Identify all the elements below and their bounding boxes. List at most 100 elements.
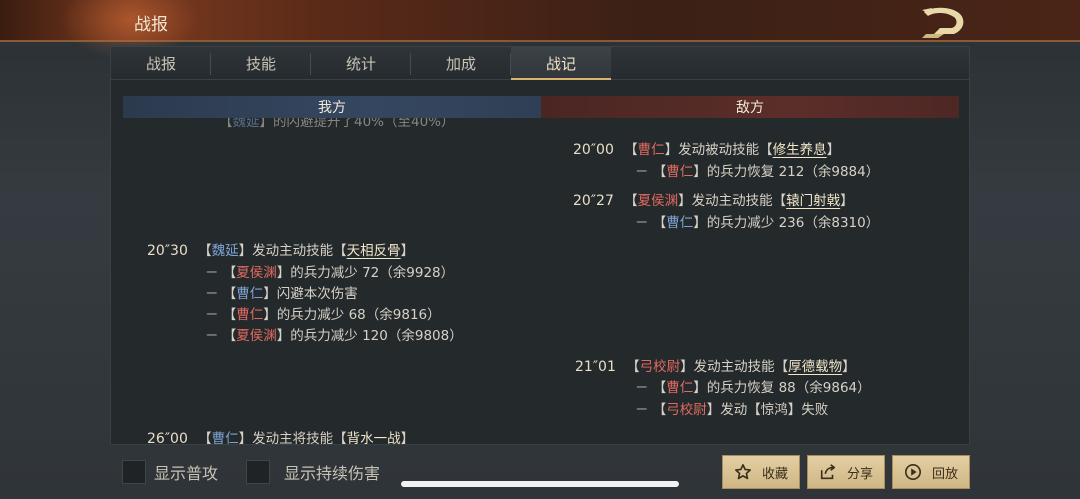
share-button[interactable]: 分享 — [807, 455, 885, 489]
log-action: 发动主动技能【 — [691, 193, 787, 209]
bracket: 】 — [259, 118, 274, 130]
share-label: 分享 — [846, 466, 873, 482]
tab-battle-report[interactable]: 战报 — [111, 47, 211, 80]
log-entry: 20″30 【魏延】发动主动技能【天相反骨】 — [147, 239, 414, 259]
log-line-partial: 【魏延】的闪避提升了40%（至40%） — [219, 118, 455, 130]
show-dot-option[interactable]: 显示持续伤害 — [246, 459, 380, 485]
play-icon — [904, 463, 921, 481]
log-time: 20″00 — [573, 142, 614, 158]
show-dot-checkbox[interactable] — [246, 460, 270, 484]
log-text: 的兵力减少 68（余9816） — [276, 307, 441, 323]
bracket: 】 — [400, 431, 415, 444]
log-subline: － 【夏侯渊】的兵力减少 120（余9808） — [205, 324, 463, 344]
battle-log[interactable]: 【魏延】的闪避提升了40%（至40%） 20″00 【曹仁】发动被动技能【修生养… — [111, 118, 969, 444]
log-text: 闪避本次伤害 — [276, 286, 358, 302]
tab-battle-log[interactable]: 战记 — [511, 47, 611, 80]
back-button[interactable] — [918, 4, 970, 38]
bracket: 】 — [238, 431, 253, 444]
bracket: 】 — [693, 215, 707, 231]
bracket: 】 — [276, 265, 291, 281]
battle-record-panel: 战报 技能 统计 加成 战记 我方 敌方 【魏延】的闪避提升了40%（至40%）… — [110, 46, 970, 445]
favorite-button[interactable]: 收藏 — [722, 455, 800, 489]
bracket: 【 — [624, 193, 638, 209]
general-name: 夏侯渊 — [236, 328, 277, 344]
bracket: 【 — [198, 431, 212, 444]
dash: － — [635, 215, 649, 231]
log-time: 26″00 — [147, 431, 188, 444]
bracket: 】 — [263, 286, 277, 302]
bracket: 【 — [222, 328, 237, 344]
bracket: 】 — [706, 402, 721, 418]
bracket: 【 — [652, 215, 667, 231]
general-name: 曹仁 — [666, 164, 694, 180]
bracket: 】 — [276, 328, 291, 344]
dash: － — [205, 328, 219, 344]
bracket: 】 — [680, 359, 694, 375]
bracket: 】 — [238, 243, 253, 259]
general-name: 弓校尉 — [639, 359, 681, 375]
log-entry: 20″27 【夏侯渊】发动主动技能【辕门射戟】 — [573, 189, 854, 209]
dash: － — [635, 164, 649, 180]
general-name: 曹仁 — [236, 286, 264, 302]
general-name: 曹仁 — [666, 215, 694, 231]
log-time: 21″01 — [575, 359, 616, 375]
dragon-back-icon — [922, 7, 964, 38]
general-name: 夏侯渊 — [637, 193, 679, 209]
star-icon — [734, 463, 751, 480]
log-action: 发动主动技能【 — [252, 243, 347, 259]
bracket: 【 — [652, 380, 667, 396]
log-text: 发动【惊鸿】失败 — [720, 402, 829, 418]
enemy-column-header: 敌方 — [541, 96, 959, 118]
page-title: 战报 — [134, 15, 168, 35]
log-subline: － 【曹仁】的兵力减少 236（余8310） — [635, 211, 879, 231]
skill-link[interactable]: 背水一战 — [347, 431, 401, 444]
log-text: 的兵力恢复 212（余9884） — [706, 164, 880, 180]
general-name: 曹仁 — [211, 431, 239, 444]
bracket: 【 — [652, 164, 667, 180]
log-action: 发动被动技能【 — [678, 142, 773, 158]
tab-label: 技能 — [245, 55, 276, 73]
show-normal-attack-option[interactable]: 显示普攻 — [122, 459, 218, 485]
tab-skills[interactable]: 技能 — [211, 47, 311, 80]
skill-link[interactable]: 厚德载物 — [788, 359, 842, 375]
bracket: 】 — [400, 243, 415, 259]
tab-bonus[interactable]: 加成 — [411, 47, 511, 80]
bracket: 【 — [222, 307, 237, 323]
log-entry: 26″00 【曹仁】发动主将技能【背水一战】 — [147, 427, 414, 444]
log-subline: － 【曹仁】的兵力减少 68（余9816） — [205, 303, 441, 323]
bracket: 】 — [840, 193, 854, 209]
log-subline: － 【曹仁】的兵力恢复 88（余9864） — [635, 376, 871, 396]
log-subline: － 【曹仁】闪避本次伤害 — [205, 282, 358, 302]
log-text: 的闪避提升了40%（至40%） — [273, 118, 455, 130]
general-name: 弓校尉 — [666, 402, 707, 418]
log-action: 发动主动技能【 — [693, 359, 789, 375]
share-icon — [820, 464, 836, 480]
home-indicator[interactable] — [401, 481, 679, 487]
dash: － — [635, 402, 649, 418]
tab-label: 加成 — [445, 55, 476, 73]
bracket: 】 — [263, 307, 277, 323]
dash: － — [205, 265, 219, 281]
tab-statistics[interactable]: 统计 — [311, 47, 411, 80]
show-normal-attack-checkbox[interactable] — [122, 460, 146, 484]
replay-button[interactable]: 回放 — [892, 455, 970, 489]
dash: － — [635, 380, 649, 396]
log-subline: － 【弓校尉】发动【惊鸿】失败 — [635, 398, 828, 418]
bracket: 】 — [693, 380, 707, 396]
general-name: 魏延 — [211, 243, 239, 259]
bracket: 【 — [222, 265, 237, 281]
replay-label: 回放 — [931, 466, 958, 482]
tab-bar: 战报 技能 统计 加成 战记 — [111, 47, 969, 80]
log-time: 20″30 — [147, 243, 188, 259]
bracket: 【 — [652, 402, 667, 418]
log-text: 的兵力恢复 88（余9864） — [706, 380, 871, 396]
skill-link[interactable]: 辕门射戟 — [786, 193, 840, 209]
log-action: 发动主将技能【 — [252, 431, 347, 444]
log-text: 的兵力减少 120（余9808） — [290, 328, 463, 344]
skill-link[interactable]: 修生养息 — [773, 142, 827, 158]
skill-link[interactable]: 天相反骨 — [347, 243, 401, 259]
bracket: 】 — [842, 359, 856, 375]
bracket: 】 — [693, 164, 707, 180]
bracket: 【 — [219, 118, 233, 130]
general-name: 夏侯渊 — [236, 265, 277, 281]
